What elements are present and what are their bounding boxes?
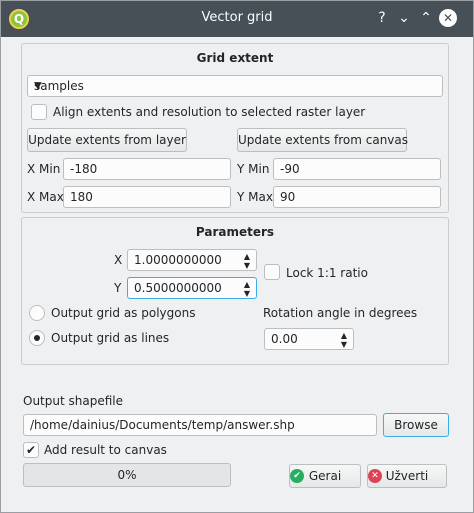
add-to-canvas-label: Add result to canvas bbox=[44, 443, 167, 457]
spin-arrows-icon[interactable]: ▲ ▼ bbox=[242, 252, 252, 270]
add-to-canvas-checkbox[interactable]: ✔ bbox=[23, 442, 39, 458]
x-size-value: 1.0000000000 bbox=[134, 253, 222, 267]
rotation-label: Rotation angle in degrees bbox=[263, 306, 418, 320]
progress-bar: 0% bbox=[23, 463, 231, 487]
grid-extent-title: Grid extent bbox=[196, 51, 274, 65]
checkmark-icon: ✔ bbox=[25, 443, 37, 457]
y-size-value: 0.5000000000 bbox=[134, 281, 222, 295]
output-polygons-label: Output grid as polygons bbox=[51, 306, 196, 320]
browse-label: Browse bbox=[394, 418, 438, 432]
update-extents-from-canvas-button[interactable]: Update extents from canvas bbox=[237, 128, 409, 152]
lock-ratio-label: Lock 1:1 ratio bbox=[286, 266, 368, 280]
lock-ratio-checkbox[interactable] bbox=[264, 264, 280, 280]
align-extents-label: Align extents and resolution to selected… bbox=[53, 105, 366, 119]
ymin-value: -90 bbox=[280, 162, 300, 176]
update-from-canvas-label: Update extents from canvas bbox=[238, 133, 409, 147]
cancel-button[interactable]: ✕ Užverti bbox=[367, 464, 447, 488]
minimize-icon[interactable]: ⌄ bbox=[395, 9, 413, 27]
ymax-value: 90 bbox=[280, 190, 296, 204]
layer-combo[interactable]: samples ▼ bbox=[27, 75, 443, 97]
output-shapefile-label: Output shapefile bbox=[23, 394, 123, 408]
xmax-value: 180 bbox=[70, 190, 93, 204]
output-lines-radio[interactable] bbox=[29, 330, 45, 346]
update-extents-from-layer-button[interactable]: Update extents from layer bbox=[27, 128, 187, 152]
x-size-spinbox[interactable]: 1.0000000000 ▲ ▼ bbox=[127, 249, 257, 271]
chevron-down-icon: ▼ bbox=[34, 80, 42, 92]
y-size-spinbox[interactable]: 0.5000000000 ▲ ▼ bbox=[127, 277, 257, 299]
ymin-label: Y Min bbox=[237, 162, 270, 176]
ymax-field[interactable]: 90 bbox=[273, 186, 441, 208]
title-bar[interactable]: Q Vector grid ? ⌄ ⌃ ✕ bbox=[1, 1, 473, 37]
spin-arrows-icon[interactable]: ▲ ▼ bbox=[339, 331, 349, 349]
update-from-layer-label: Update extents from layer bbox=[28, 133, 186, 147]
progress-text: 0% bbox=[117, 468, 137, 482]
xmin-value: -180 bbox=[70, 162, 98, 176]
align-extents-checkbox[interactable] bbox=[31, 104, 47, 120]
vector-grid-dialog: Q Vector grid ? ⌄ ⌃ ✕ Grid extent sample… bbox=[0, 0, 474, 513]
output-polygons-radio[interactable] bbox=[29, 305, 45, 321]
parameters-title: Parameters bbox=[195, 225, 275, 239]
output-path-value: /home/dainius/Documents/temp/answer.shp bbox=[30, 418, 295, 432]
xmax-label: X Max bbox=[27, 190, 64, 204]
output-path-field[interactable]: /home/dainius/Documents/temp/answer.shp bbox=[23, 414, 377, 436]
xmin-field[interactable]: -180 bbox=[63, 158, 231, 180]
spin-arrows-icon[interactable]: ▲ ▼ bbox=[242, 280, 252, 298]
ymin-field[interactable]: -90 bbox=[273, 158, 441, 180]
ymax-label: Y Max bbox=[237, 190, 273, 204]
cancel-label: Užverti bbox=[385, 469, 429, 483]
ok-button[interactable]: ✔ Gerai bbox=[289, 464, 361, 488]
help-icon[interactable]: ? bbox=[373, 9, 391, 27]
browse-button[interactable]: Browse bbox=[383, 413, 449, 437]
rotation-value: 0.00 bbox=[271, 332, 298, 346]
xmax-field[interactable]: 180 bbox=[63, 186, 231, 208]
ok-label: Gerai bbox=[308, 469, 342, 483]
xmin-label: X Min bbox=[27, 162, 61, 176]
output-lines-label: Output grid as lines bbox=[51, 331, 170, 345]
maximize-icon[interactable]: ⌃ bbox=[417, 9, 435, 27]
rotation-spinbox[interactable]: 0.00 ▲ ▼ bbox=[264, 328, 354, 350]
y-size-label: Y bbox=[114, 281, 122, 295]
x-size-label: X bbox=[114, 253, 123, 267]
close-icon[interactable]: ✕ bbox=[439, 9, 457, 27]
